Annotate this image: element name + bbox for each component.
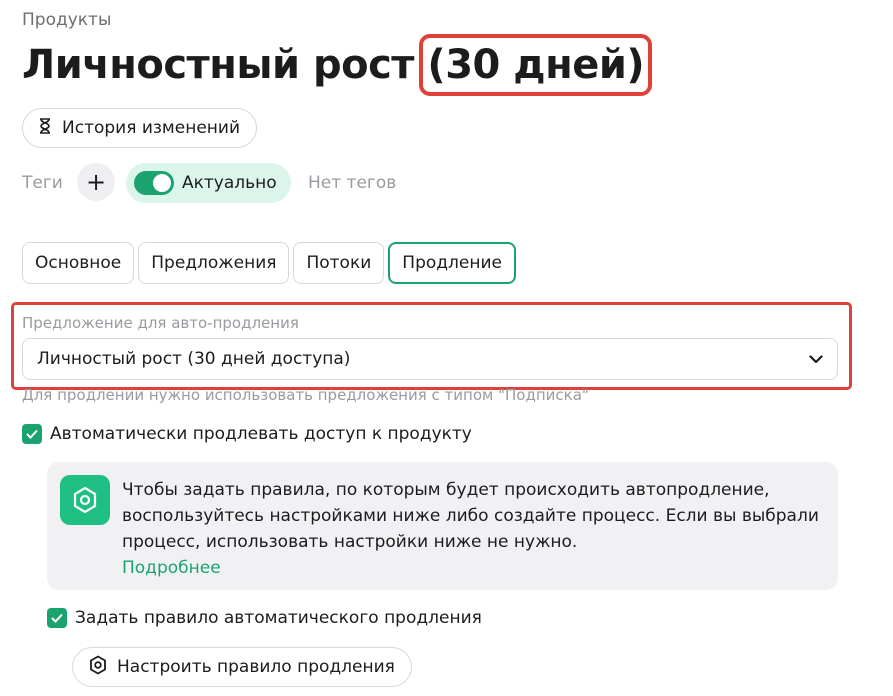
autorenew-offer-select[interactable]: Личностый рост (30 дней доступа) bbox=[22, 338, 838, 380]
page-title: Личностный рост (30 дней) bbox=[22, 34, 653, 96]
tab-streams[interactable]: Потоки bbox=[293, 242, 385, 284]
set-rule-label: Задать правило автоматического продления bbox=[75, 608, 482, 628]
history-button-label: История изменений bbox=[62, 118, 240, 138]
actual-status-chip[interactable]: Актуально bbox=[126, 163, 291, 203]
configure-rule-button[interactable]: Настроить правило продления bbox=[72, 647, 412, 687]
no-tags-text: Нет тегов bbox=[308, 173, 397, 193]
add-tag-button[interactable]: + bbox=[77, 163, 115, 201]
hexagon-settings-icon bbox=[89, 654, 107, 680]
tags-label: Теги bbox=[22, 173, 63, 193]
set-rule-checkbox-row[interactable]: Задать правило автоматического продления bbox=[47, 608, 482, 628]
auto-extend-checkbox[interactable] bbox=[22, 424, 42, 444]
chevron-down-icon bbox=[809, 349, 823, 369]
autorenew-hint: Для продлении нужно использовать предлож… bbox=[22, 386, 589, 404]
tab-main[interactable]: Основное bbox=[22, 242, 135, 284]
info-text: Чтобы задать правила, по которым будет п… bbox=[122, 477, 822, 581]
tab-offers[interactable]: Предложения bbox=[138, 242, 290, 284]
autorenew-field-label: Предложение для авто-продления bbox=[22, 314, 299, 332]
tab-renewal[interactable]: Продление bbox=[388, 242, 516, 284]
more-link[interactable]: Подробнее bbox=[122, 555, 822, 581]
breadcrumb[interactable]: Продукты bbox=[22, 10, 111, 30]
page-title-duration: (30 дней) bbox=[419, 34, 653, 96]
set-rule-checkbox[interactable] bbox=[47, 608, 67, 628]
actual-status-label: Актуально bbox=[182, 173, 277, 193]
history-button[interactable]: История изменений bbox=[22, 108, 257, 148]
hexagon-icon bbox=[60, 475, 110, 525]
configure-rule-label: Настроить правило продления bbox=[117, 657, 395, 677]
auto-extend-checkbox-row[interactable]: Автоматически продлевать доступ к продук… bbox=[22, 424, 472, 444]
hourglass-icon bbox=[38, 117, 52, 139]
info-description: Чтобы задать правила, по которым будет п… bbox=[122, 480, 819, 552]
autorenew-selected-value: Личностый рост (30 дней доступа) bbox=[37, 349, 351, 369]
actual-toggle[interactable] bbox=[134, 171, 174, 195]
auto-extend-label: Автоматически продлевать доступ к продук… bbox=[50, 424, 472, 444]
tabs: Основное Предложения Потоки Продление bbox=[22, 242, 516, 284]
page-title-main: Личностный рост bbox=[22, 42, 428, 88]
